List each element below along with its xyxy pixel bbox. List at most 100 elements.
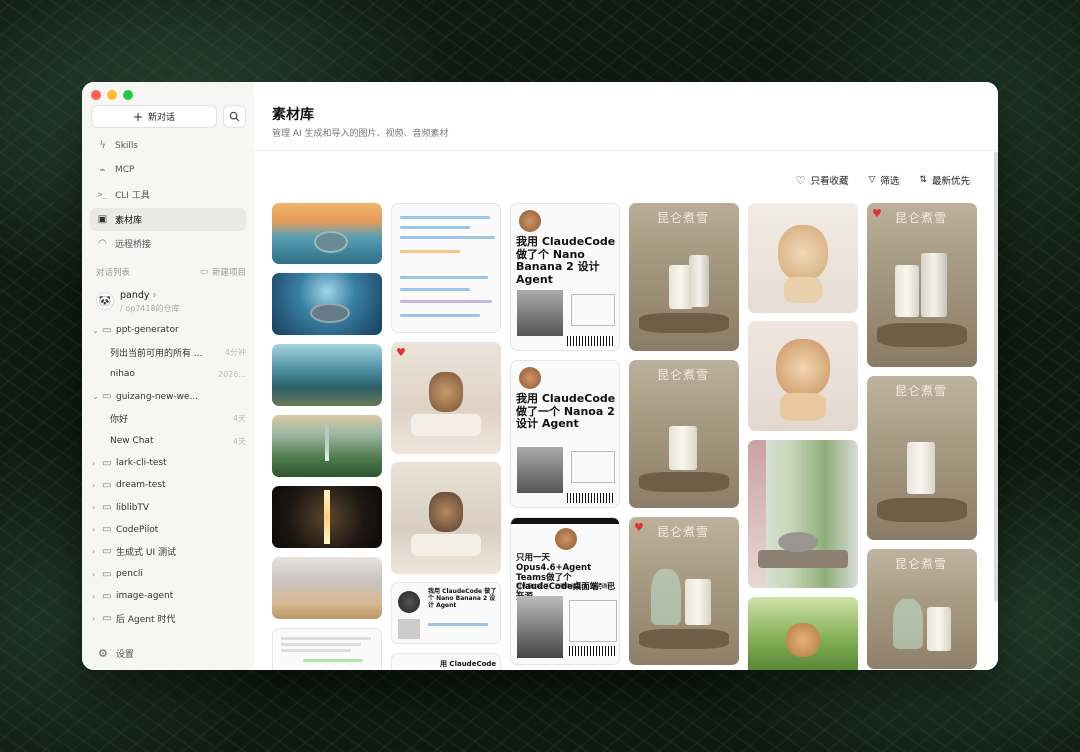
chat-row[interactable]: 列出当前可用的所有 ... 4分钟 bbox=[92, 341, 246, 363]
sidebar-nav: ϟ Skills ⌁ MCP >_ CLI 工具 ▣ 素材库 ◠ 远程桥接 bbox=[90, 134, 246, 257]
chat-row[interactable]: 你好 4天 bbox=[92, 408, 246, 430]
page-subtitle: 管理 AI 生成和导入的图片、视频、音频素材 bbox=[272, 129, 449, 139]
user-name-row: pandy › bbox=[120, 290, 180, 301]
favorite-heart-icon[interactable]: ♥ bbox=[634, 521, 644, 534]
folder-row[interactable]: › ▭ dream-test bbox=[92, 474, 246, 496]
chat-row[interactable]: nihao 2026... bbox=[92, 363, 246, 385]
folder-icon: ▭ bbox=[102, 568, 112, 580]
asset-thumbnail[interactable]: 用 ClaudeCode bbox=[391, 653, 501, 670]
favorite-heart-icon[interactable]: ♥ bbox=[872, 207, 882, 220]
search-button[interactable] bbox=[223, 105, 246, 128]
chat-time: 4天 bbox=[232, 436, 246, 446]
nav-item-mcp[interactable]: ⌁ MCP bbox=[90, 159, 246, 182]
chevron-down-icon: ⌄ bbox=[92, 325, 99, 335]
nav-item-remote-bridge[interactable]: ◠ 远程桥接 bbox=[90, 232, 246, 255]
nav-label-skills: Skills bbox=[115, 140, 139, 151]
sort-icon: ⇅ bbox=[919, 175, 927, 185]
asset-thumbnail[interactable]: 我用 ClaudeCode 做了一个 Nanoa 2 设计 Agent bbox=[510, 360, 620, 508]
chevron-right-icon: › bbox=[92, 614, 96, 624]
new-chat-button[interactable]: + 新对话 bbox=[91, 105, 217, 128]
asset-thumbnail[interactable] bbox=[748, 203, 858, 313]
asset-thumbnail[interactable] bbox=[748, 321, 858, 431]
asset-thumbnail[interactable]: ♥ 昆仑煮雪 bbox=[629, 517, 739, 665]
asset-thumbnail[interactable] bbox=[272, 273, 382, 335]
folder-row[interactable]: › ▭ 后 Agent 时代 bbox=[92, 607, 246, 629]
new-chat-label: 新对话 bbox=[148, 113, 176, 123]
asset-thumbnail[interactable] bbox=[272, 557, 382, 619]
sort-button[interactable]: ⇅ 最新优先 bbox=[919, 173, 970, 187]
nav-item-assets[interactable]: ▣ 素材库 bbox=[90, 207, 246, 231]
asset-thumbnail[interactable] bbox=[748, 440, 858, 588]
poster-title: 昆仑煮雪 bbox=[895, 557, 948, 571]
asset-thumbnail[interactable]: 我用 ClaudeCode 做了个 Nano Banana 2 设计 Agent bbox=[391, 582, 501, 644]
folder-label: image-agent bbox=[116, 591, 174, 602]
settings-button[interactable]: ⚙ 设置 bbox=[98, 647, 134, 660]
chat-time: 4天 bbox=[232, 414, 246, 424]
favorite-heart-icon[interactable]: ♥ bbox=[396, 346, 406, 359]
chat-row[interactable]: New Chat 4天 bbox=[92, 430, 246, 452]
conversation-list-header: 对话列表 ▭ 新建项目 bbox=[96, 266, 246, 278]
user-workspace[interactable]: 🐼 pandy › / op7418的仓库 bbox=[96, 290, 180, 314]
folder-label: CodePilot bbox=[116, 524, 159, 535]
folder-row[interactable]: › ▭ lark-cli-test bbox=[92, 452, 246, 474]
chevron-right-icon: › bbox=[92, 569, 96, 579]
minimize-window-button[interactable] bbox=[107, 90, 117, 100]
asset-grid: ♥ 我用 ClaudeCode 做了个 Nano Banana 2 设计 Age… bbox=[272, 203, 977, 670]
nav-label-remote: 远程桥接 bbox=[115, 240, 152, 250]
folder-row[interactable]: › ▭ pencli bbox=[92, 563, 246, 585]
asset-thumbnail[interactable] bbox=[272, 628, 382, 670]
poster-title: 昆仑煮雪 bbox=[657, 368, 710, 382]
folder-label: pencli bbox=[116, 569, 143, 580]
folder-label: 生成式 UI 测试 bbox=[116, 548, 176, 559]
folder-icon: ▭ bbox=[102, 457, 112, 469]
folder-plus-icon: ▭ bbox=[199, 267, 208, 277]
sort-label: 最新优先 bbox=[931, 176, 970, 187]
asset-thumbnail[interactable]: ♥ bbox=[391, 342, 501, 454]
asset-thumbnail[interactable]: 昆仑煮雪 bbox=[629, 203, 739, 351]
asset-thumbnail[interactable] bbox=[272, 344, 382, 406]
folder-icon: ▭ bbox=[102, 546, 112, 558]
folder-label: guizang-new-we... bbox=[116, 391, 199, 402]
asset-thumbnail[interactable]: 昆仑煮雪 bbox=[629, 360, 739, 508]
close-window-button[interactable] bbox=[91, 90, 101, 100]
wifi-icon: ◠ bbox=[98, 238, 107, 249]
chat-time: 2026... bbox=[218, 369, 246, 379]
main-panel: 素材库 管理 AI 生成和导入的图片、视频、音频素材 ♡ 只看收藏 ▽ 筛选 ⇅… bbox=[254, 82, 998, 670]
chevron-right-icon: › bbox=[92, 591, 96, 601]
section-title: 对话列表 bbox=[96, 268, 131, 278]
folder-label: lark-cli-test bbox=[116, 458, 167, 469]
settings-label: 设置 bbox=[115, 650, 134, 660]
user-repo: / op7418的仓库 bbox=[120, 304, 180, 313]
folder-icon: ▭ bbox=[102, 590, 112, 602]
grid-scrollbar[interactable] bbox=[994, 152, 998, 602]
asset-thumbnail[interactable]: 只用一天Opus4.6+Agent Teams做了个ClaudeCode桌面端：… bbox=[510, 517, 620, 665]
nav-item-skills[interactable]: ϟ Skills bbox=[90, 134, 246, 157]
favorites-only-button[interactable]: ♡ 只看收藏 bbox=[796, 173, 849, 188]
nav-item-cli[interactable]: >_ CLI 工具 bbox=[90, 183, 246, 206]
chat-label: nihao bbox=[110, 369, 135, 380]
asset-thumbnail[interactable] bbox=[391, 203, 501, 333]
folder-icon: ▭ bbox=[102, 502, 112, 514]
folder-row[interactable]: › ▭ image-agent bbox=[92, 585, 246, 607]
maximize-window-button[interactable] bbox=[123, 90, 133, 100]
chevron-right-icon: › bbox=[152, 290, 157, 301]
folder-row[interactable]: › ▭ 生成式 UI 测试 bbox=[92, 541, 246, 563]
asset-thumbnail[interactable] bbox=[272, 203, 382, 264]
avatar: 🐼 bbox=[96, 292, 114, 310]
asset-thumbnail[interactable]: 我用 ClaudeCode 做了个 Nano Banana 2 设计 Agent bbox=[510, 203, 620, 351]
asset-thumbnail[interactable] bbox=[748, 597, 858, 670]
folder-row[interactable]: ⌄ ▭ ppt-generator bbox=[92, 319, 246, 341]
nav-label-assets: 素材库 bbox=[115, 215, 143, 226]
filter-button[interactable]: ▽ 筛选 bbox=[869, 173, 900, 187]
folder-label: dream-test bbox=[116, 480, 166, 491]
asset-thumbnail[interactable] bbox=[391, 462, 501, 574]
asset-thumbnail[interactable]: ♥ 昆仑煮雪 bbox=[867, 203, 977, 367]
asset-thumbnail[interactable]: 昆仑煮雪 bbox=[867, 376, 977, 540]
folder-row[interactable]: › ▭ liblibTV bbox=[92, 497, 246, 519]
new-project-button[interactable]: ▭ 新建项目 bbox=[200, 266, 246, 278]
asset-thumbnail[interactable] bbox=[272, 486, 382, 548]
folder-row[interactable]: › ▭ CodePilot bbox=[92, 519, 246, 541]
asset-thumbnail[interactable] bbox=[272, 415, 382, 477]
folder-row[interactable]: ⌄ ▭ guizang-new-we... bbox=[92, 386, 246, 408]
asset-thumbnail[interactable]: 昆仑煮雪 bbox=[867, 549, 977, 669]
